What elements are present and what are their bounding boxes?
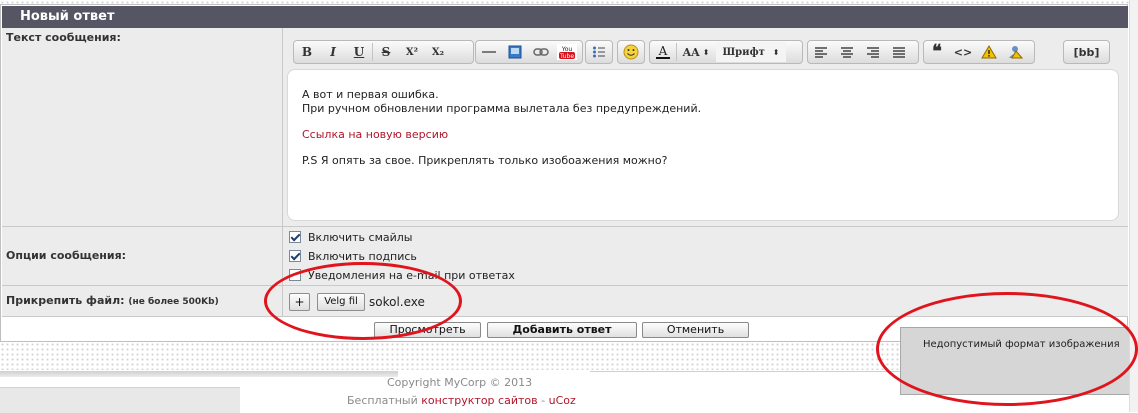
message-label-cell: Текст сообщения: [2,28,283,227]
builder-separator: - [541,394,546,407]
toolbar-separator [372,43,373,61]
font-size-label: AA [682,45,700,59]
copyright-text: Copyright MyCorp © 2013 [387,376,533,389]
toolbar-separator [676,43,677,61]
annotation-circle-attach [264,262,462,340]
hide-user-icon[interactable] [1003,42,1027,62]
smile-group [617,40,645,64]
svg-text:You: You [561,46,573,53]
message-label: Текст сообщения: [6,31,121,44]
align-justify-icon[interactable] [887,42,911,62]
signature-checkbox[interactable] [289,250,301,262]
editor-toolbar: B I U S X² X₂ You Tube A AA ⬍ Шрифт ⬍ ❝ <> … [293,40,1119,66]
font-group: A AA ⬍ Шрифт ⬍ [649,40,803,64]
list-icon[interactable] [587,42,611,62]
subscript-button[interactable]: X₂ [426,42,450,62]
option-label: Включить подпись [308,249,417,263]
cancel-button[interactable]: Отменить [642,322,749,338]
select-arrows-icon: ⬍ [772,47,780,57]
message-line: P.S Я опять за свое. Прикреплять только … [302,154,668,167]
options-label-cell: Опции сообщения: [2,227,283,286]
message-line: При ручном обновлении программа вылетала… [302,102,702,115]
strike-button[interactable]: S [374,42,398,62]
bold-button[interactable]: B [295,42,319,62]
block-group: ❝ <> [923,40,1035,64]
align-group [807,40,919,64]
attach-label-cell: Прикрепить файл: (не более 500Kb) [2,286,283,317]
align-left-icon[interactable] [809,42,833,62]
spoiler-icon[interactable] [977,42,1001,62]
footer-band [0,387,240,413]
builder-link[interactable]: конструктор сайтов [421,394,537,407]
bbcode-toggle[interactable]: [bb] [1063,40,1110,64]
image-icon[interactable] [503,42,527,62]
align-right-icon[interactable] [861,42,885,62]
youtube-icon[interactable]: You Tube [555,42,579,62]
attach-size-note: (не более 500Kb) [128,297,219,307]
footer-shadow [0,371,398,377]
list-group [585,40,613,64]
underline-button[interactable]: U [347,42,371,62]
message-line: А вот и первая ошибка. [302,88,439,101]
builder-prefix: Бесплатный [347,394,418,407]
message-link[interactable]: Ссылка на новую версию [302,128,1118,142]
hr-icon[interactable] [477,42,501,62]
smiley-icon[interactable] [619,42,643,62]
text-color-icon[interactable]: A [651,42,675,62]
select-arrows-icon: ⬍ [702,47,710,57]
svg-text:Tube: Tube [559,53,574,60]
ucoz-link[interactable]: uCoz [549,394,576,407]
font-family-label: Шрифт [722,46,765,58]
options-label: Опции сообщения: [6,249,127,262]
annotation-circle-popup [876,292,1138,406]
option-smilies[interactable]: Включить смайлы [289,229,412,245]
link-icon[interactable] [529,42,553,62]
insert-group: You Tube [475,40,583,64]
font-family-select[interactable]: Шрифт ⬍ [716,42,786,62]
quote-icon[interactable]: ❝ [925,42,949,62]
message-editor[interactable]: А вот и первая ошибка. При ручном обновл… [287,69,1119,221]
option-label: Включить смайлы [308,230,413,244]
italic-button[interactable]: I [321,42,345,62]
submit-button[interactable]: Добавить ответ [487,322,637,338]
code-icon[interactable]: <> [951,42,975,62]
bbcode-label: [bb] [1073,45,1100,59]
svg-text:A: A [658,44,668,58]
smilies-checkbox[interactable] [289,231,301,243]
form-title: Новый ответ [2,6,1128,28]
attach-label: Прикрепить файл: [6,294,125,307]
font-size-select[interactable]: AA ⬍ [678,42,714,62]
align-center-icon[interactable] [835,42,859,62]
superscript-button[interactable]: X² [400,42,424,62]
format-group: B I U S X² X₂ [293,40,474,64]
site-builder-credit: Бесплатный конструктор сайтов - uCoz [347,394,576,407]
